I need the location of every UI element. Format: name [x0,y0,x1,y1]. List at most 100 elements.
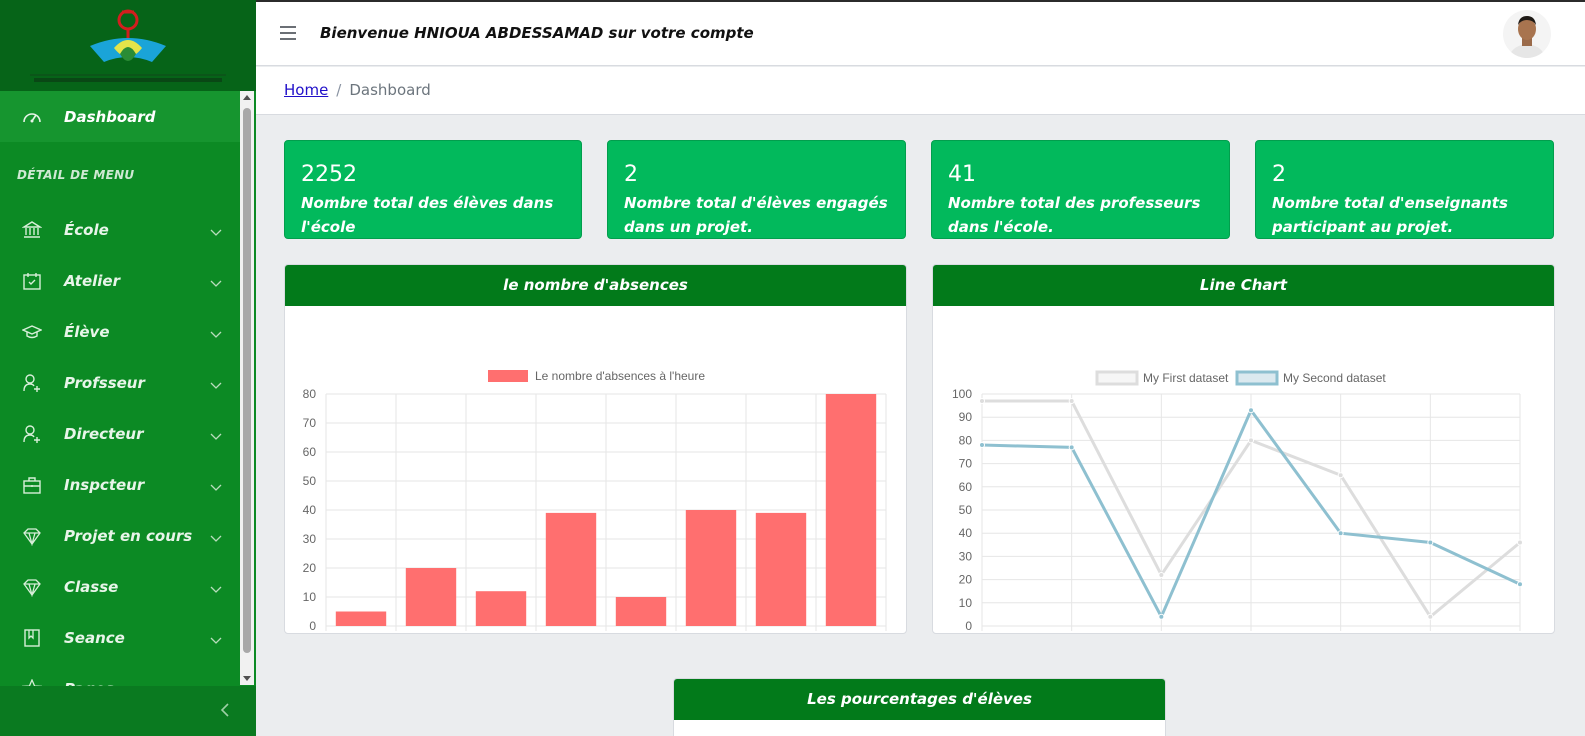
bar [335,611,387,626]
chevron-down-icon [210,223,222,241]
sidebar-item-label: Élève [64,322,110,341]
stat-card-enseignants-projet: 2 Nombre total d'enseignants participant… [1255,140,1554,239]
sidebar-item-ecole[interactable]: École [0,204,240,255]
scroll-up-arrow-icon[interactable] [243,95,251,100]
stat-label: Nombre total des élèves dans l'école [301,194,554,236]
bar [615,597,667,626]
briefcase-icon [20,473,44,497]
chevron-down-icon [210,478,222,496]
sidebar-item-atelier[interactable]: Atelier [0,255,240,306]
absences-chart-card: le nombre d'absences Le nombre d'absence… [284,264,907,634]
top-header: Bienvenue HNIOUA ABDESSAMAD sur votre co… [256,2,1585,66]
y-tick-label: 70 [959,457,973,471]
data-point [1337,472,1344,479]
data-point [1427,613,1434,620]
breadcrumb-home-link[interactable]: Home [284,81,328,99]
stat-value: 2 [1272,162,1286,187]
diamond-icon [20,575,44,599]
chevron-left-icon [220,703,229,717]
sidebar-footer [0,686,256,736]
data-point [1068,444,1075,451]
chart-card-title: Line Chart [933,265,1554,306]
breadcrumb-separator: / [336,81,342,99]
sidebar-item-label: Inspcteur [64,475,145,494]
data-point [979,442,985,449]
chevron-down-icon [210,529,222,547]
scrollbar-thumb[interactable] [243,108,251,653]
speedometer-icon [20,105,44,129]
bar [475,591,527,626]
welcome-message: Bienvenue HNIOUA ABDESSAMAD sur votre co… [320,24,754,42]
legend-swatch [488,370,528,382]
sidebar-item-professeur[interactable]: Profsseur [0,357,240,408]
y-tick-label: 60 [303,445,317,459]
sidebar-collapse-button[interactable] [220,702,230,721]
stat-label: Nombre total d'élèves engagés dans un pr… [624,194,888,236]
data-point [1337,530,1344,537]
stat-card-eleves-projet: 2 Nombre total d'élèves engagés dans un … [607,140,906,239]
legend-label: My First dataset [1143,371,1229,385]
y-tick-label: 70 [303,416,317,430]
data-point [1517,581,1523,588]
y-tick-label: 10 [959,596,973,610]
user-add-icon [20,422,44,446]
y-tick-label: 0 [965,619,972,633]
calendar-check-icon [20,269,44,293]
graduation-cap-icon [20,320,44,344]
legend-swatch [1235,370,1279,386]
sidebar-item-classe[interactable]: Classe [0,561,240,612]
y-tick-label: 80 [303,387,317,401]
data-point [1248,437,1254,444]
book-icon [20,626,44,650]
percentages-chart-card: Les pourcentages d'élèves [673,678,1166,736]
sidebar: Dashboard DÉTAIL DE MENU École Atelier É… [0,0,256,736]
bar [405,568,457,626]
y-tick-label: 100 [952,387,972,401]
chevron-down-icon [210,376,222,394]
sidebar-item-inspecteur[interactable]: Inspcteur [0,459,240,510]
avatar[interactable] [1503,10,1551,58]
sidebar-item-label: Dashboard [64,107,156,126]
chevron-down-icon [210,427,222,445]
school-logo [30,9,226,82]
data-point [1158,613,1165,620]
sidebar-item-dashboard[interactable]: Dashboard [0,91,240,142]
sidebar-item-label: Directeur [64,424,144,443]
legend-label: My Second dataset [1283,371,1386,385]
y-tick-label: 50 [303,474,317,488]
y-tick-label: 80 [959,433,973,447]
y-tick-label: 20 [303,561,317,575]
breadcrumb: Home / Dashboard [284,81,431,99]
legend-label: Le nombre d'absences à l'heure [535,369,705,383]
y-tick-label: 30 [303,532,317,546]
sidebar-scrollbar[interactable] [240,91,254,685]
diamond-icon [20,524,44,548]
line-chart: My First dataset My Second dataset 0 10 20 30… [952,370,1523,633]
y-tick-label: 20 [959,573,973,587]
brand-logo-area [0,0,256,91]
bar [685,510,737,626]
y-tick-label: 50 [959,503,973,517]
sidebar-section-title: DÉTAIL DE MENU [17,168,135,182]
chart-card-title: Les pourcentages d'élèves [674,679,1165,720]
data-point [1068,397,1075,404]
sidebar-item-seance[interactable]: Seance [0,612,240,663]
sidebar-item-label: Profsseur [64,373,145,392]
bar [825,394,877,626]
y-tick-label: 10 [303,590,317,604]
bar [755,512,807,626]
chevron-down-icon [210,325,222,343]
absences-bar-chart: Le nombre d'absences à l'heure 0 10 20 30 40 5… [303,369,887,633]
stat-value: 2252 [301,162,357,187]
chevron-down-icon [210,631,222,649]
sidebar-item-projet-en-cours[interactable]: Projet en cours [0,510,240,561]
data-point [1427,539,1434,546]
sidebar-item-directeur[interactable]: Directeur [0,408,240,459]
hamburger-menu-icon[interactable] [280,26,296,42]
sidebar-item-label: Projet en cours [64,526,193,545]
sidebar-item-label: Classe [64,577,119,596]
y-tick-label: 40 [303,503,317,517]
chevron-down-icon [210,274,222,292]
scroll-down-arrow-icon[interactable] [243,676,251,681]
sidebar-item-eleve[interactable]: Élève [0,306,240,357]
